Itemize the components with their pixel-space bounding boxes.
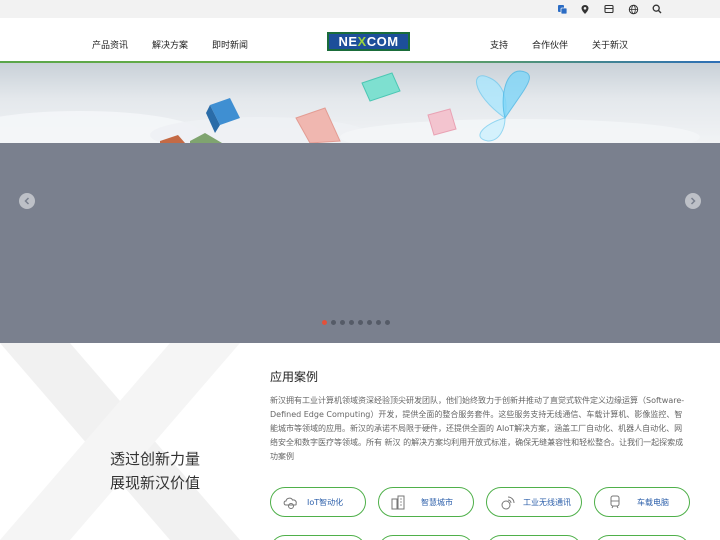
case-button-vehicle[interactable]: 车载电脑 xyxy=(594,487,690,517)
slogan: 透过创新力量 展现新汉价值 xyxy=(110,447,200,495)
cloud-gear-icon xyxy=(281,492,301,512)
case-button-more-1[interactable] xyxy=(270,535,366,540)
carousel-dot[interactable] xyxy=(358,320,363,325)
slogan-line-2: 展现新汉价值 xyxy=(110,474,201,492)
search-icon[interactable] xyxy=(651,3,663,15)
carousel-pagination xyxy=(322,320,390,325)
globe-icon[interactable] xyxy=(627,3,639,15)
case-label: IoT智动化 xyxy=(307,497,344,507)
applications-title: 应用案例 xyxy=(270,370,319,384)
carousel-next-button[interactable] xyxy=(685,193,701,209)
city-buildings-icon xyxy=(389,492,409,512)
mail-icon[interactable] xyxy=(603,3,615,15)
case-button-more-2[interactable] xyxy=(378,535,474,540)
case-button-wireless[interactable]: 工业无线通讯 xyxy=(486,487,582,517)
hero-banner-image xyxy=(0,63,720,143)
5g-signal-icon xyxy=(497,492,517,512)
logo-text-x: X xyxy=(357,34,367,49)
nexcom-logo[interactable]: NE X COM xyxy=(327,32,410,51)
container-holo-teal-icon xyxy=(361,72,401,102)
case-button-more-4[interactable] xyxy=(594,535,690,540)
carousel-dot[interactable] xyxy=(376,320,381,325)
case-button-more-3[interactable] xyxy=(486,535,582,540)
slogan-line-1: 透过创新力量 xyxy=(110,450,201,468)
carousel-dot[interactable] xyxy=(385,320,390,325)
chevron-left-icon xyxy=(24,197,30,205)
carousel-dot[interactable] xyxy=(340,320,345,325)
case-button-iot[interactable]: IoT智动化 xyxy=(270,487,366,517)
case-button-smart-city[interactable]: 智慧城市 xyxy=(378,487,474,517)
carousel-dot[interactable] xyxy=(322,320,327,325)
carousel-dot[interactable] xyxy=(349,320,354,325)
logo-text-suffix: COM xyxy=(366,34,399,49)
decorative-x-graphic xyxy=(0,343,240,540)
nav-item-products[interactable]: 产品资讯 xyxy=(92,38,128,51)
case-label: 工业无线通讯 xyxy=(523,497,571,507)
utility-bar xyxy=(0,0,720,18)
main-nav: 产品资讯 解决方案 即时新闻 NE X COM 支持 合作伙伴 关于新汉 xyxy=(0,18,720,62)
location-pin-icon[interactable] xyxy=(579,3,591,15)
carousel-dot[interactable] xyxy=(367,320,372,325)
carousel-dot[interactable] xyxy=(331,320,336,325)
nav-item-partners[interactable]: 合作伙伴 xyxy=(532,38,568,51)
nav-item-about[interactable]: 关于新汉 xyxy=(592,38,628,51)
train-icon xyxy=(605,492,625,512)
chevron-right-icon xyxy=(690,197,696,205)
nav-item-support[interactable]: 支持 xyxy=(490,38,508,51)
logo-text-prefix: NE xyxy=(338,34,358,49)
case-label: 车载电脑 xyxy=(637,497,669,507)
case-label: 智慧城市 xyxy=(421,497,453,507)
nav-item-news[interactable]: 即时新闻 xyxy=(212,38,248,51)
carousel-slide[interactable] xyxy=(0,143,720,343)
applications-section: 透过创新力量 展现新汉价值 应用案例 新汉拥有工业计算机领域资深经验顶尖研发团队… xyxy=(0,343,720,540)
carousel-prev-button[interactable] xyxy=(19,193,35,209)
language-icon[interactable] xyxy=(556,3,568,15)
nav-item-solutions[interactable]: 解决方案 xyxy=(152,38,188,51)
applications-description: 新汉拥有工业计算机领域资深经验顶尖研发团队，他们始终致力于创新并推动了直觉式软件… xyxy=(270,396,685,461)
